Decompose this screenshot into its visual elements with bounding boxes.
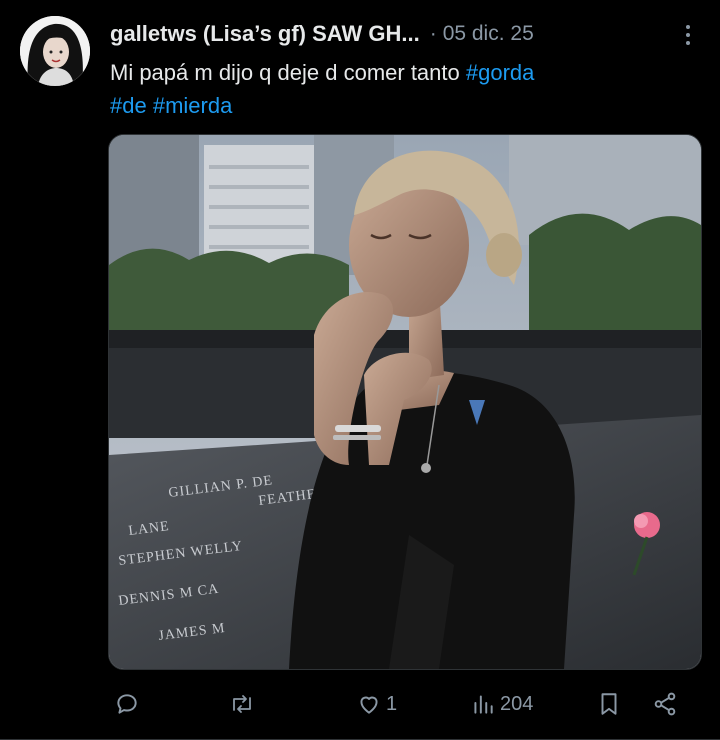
- bookmark-button[interactable]: [596, 691, 622, 717]
- share-button[interactable]: [652, 691, 678, 717]
- views-button[interactable]: 204: [470, 691, 533, 717]
- share-icon: [654, 692, 676, 716]
- more-vertical-icon: [686, 25, 690, 45]
- retweet-button[interactable]: [228, 691, 260, 717]
- views-icon: [474, 695, 493, 714]
- action-bar: 1 204: [108, 684, 700, 724]
- bookmark-icon: [601, 693, 617, 715]
- reply-button[interactable]: [114, 691, 144, 717]
- retweet-icon: [233, 695, 251, 713]
- tweet-header: galletws (Lisa’s gf) SAW GH... · 05 dic.…: [110, 14, 700, 54]
- hashtag-de[interactable]: #de: [110, 93, 147, 118]
- hashtag-gorda[interactable]: #gorda: [466, 60, 535, 85]
- photo-memorial-woman-crying: GILLIAN P. DE FEATHERS LANE STEPHEN WELL…: [109, 135, 701, 669]
- tweet-date[interactable]: 05 dic. 25: [443, 22, 534, 46]
- avatar-image: [20, 16, 90, 86]
- views-count: 204: [500, 692, 534, 715]
- separator: ·: [429, 22, 437, 45]
- heart-icon: [360, 696, 378, 714]
- tweet-text: Mi papá m dijo q deje d comer tanto #gor…: [110, 56, 700, 122]
- display-name[interactable]: galletws (Lisa’s gf) SAW GH...: [110, 21, 420, 47]
- tweet-media[interactable]: GILLIAN P. DE FEATHERS LANE STEPHEN WELL…: [108, 134, 702, 670]
- tweet-text-body: Mi papá m dijo q deje d comer tanto: [110, 60, 466, 85]
- hashtag-mierda[interactable]: #mierda: [153, 93, 232, 118]
- like-count: 1: [386, 692, 398, 715]
- reply-icon: [117, 694, 137, 714]
- avatar[interactable]: [20, 16, 90, 86]
- like-button[interactable]: 1: [356, 691, 397, 717]
- more-options-button[interactable]: [676, 20, 700, 50]
